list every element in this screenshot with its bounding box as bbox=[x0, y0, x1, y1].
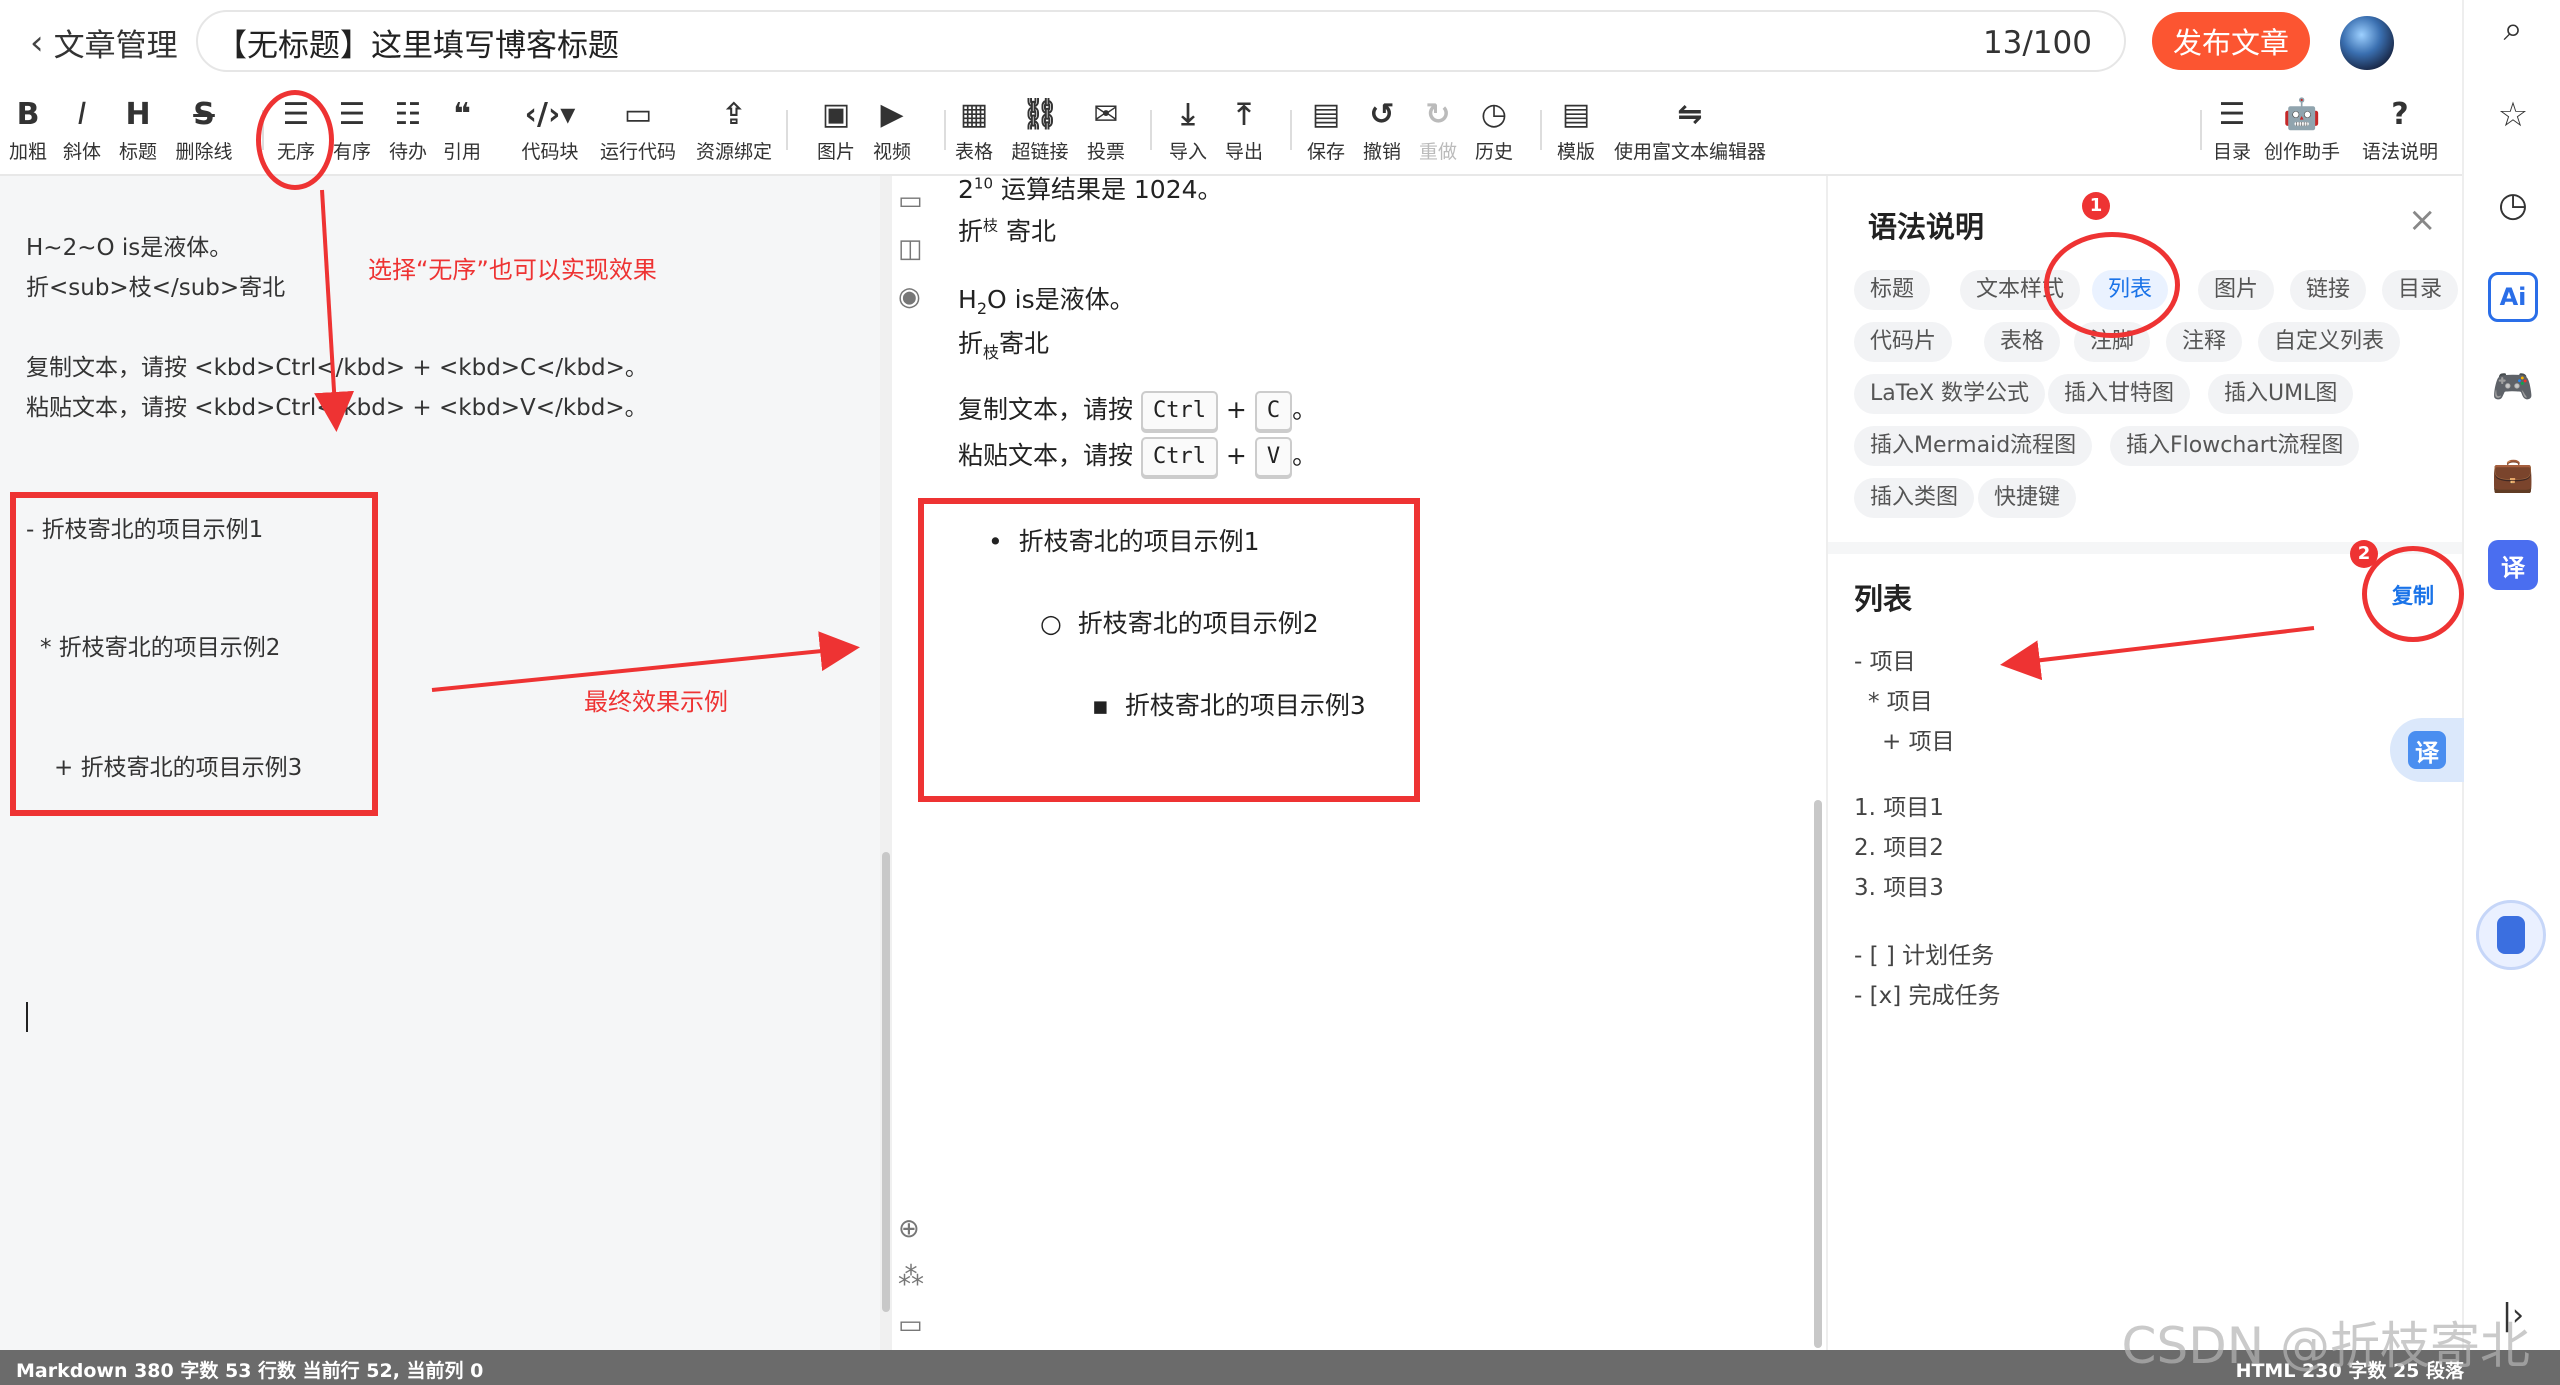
annotation-box-editor bbox=[10, 492, 378, 816]
annotation-circle-copy bbox=[2362, 546, 2464, 642]
arrow-to-editor bbox=[314, 189, 355, 432]
annotation-circle-list-tag bbox=[2044, 232, 2180, 338]
annotation-badge-2: 2 bbox=[2350, 540, 2378, 568]
arrow-to-example bbox=[2000, 626, 2315, 681]
annotation-final: 最终效果示例 bbox=[584, 688, 728, 716]
annotation-badge-1: 1 bbox=[2082, 192, 2110, 220]
annotation-hint: 选择“无序”也可以实现效果 bbox=[368, 256, 657, 284]
annotation-box-preview bbox=[918, 498, 1420, 802]
page: ‹ 文章管理 13/100 发布文章 B加粗I斜体H标题S删除线☰无序☰有序☷待… bbox=[0, 0, 2560, 1385]
